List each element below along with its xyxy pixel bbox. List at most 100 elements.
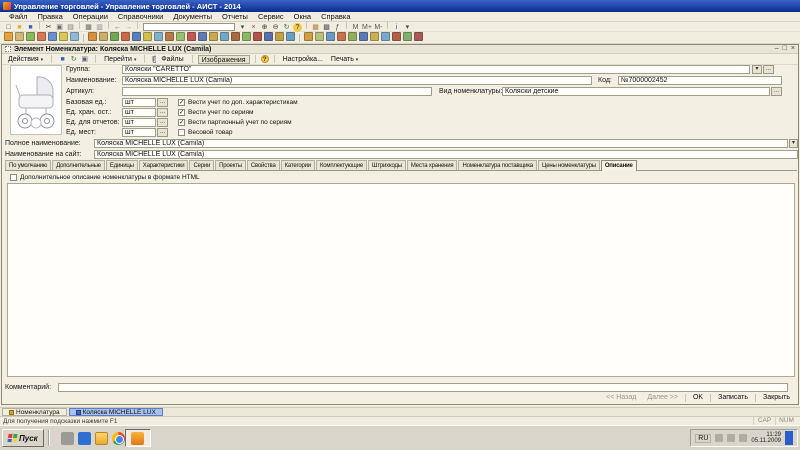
menu-item-operations[interactable]: Операции	[68, 12, 113, 21]
toolbar-icon[interactable]	[143, 32, 152, 41]
close-button[interactable]: Закрыть	[759, 393, 794, 402]
find-dropdown-icon[interactable]: ▾	[238, 23, 247, 32]
utility-app-icon[interactable]	[60, 431, 74, 445]
tray-icon[interactable]	[727, 434, 736, 442]
copy-icon[interactable]: ▣	[80, 55, 89, 64]
toolbar-icon[interactable]	[304, 32, 313, 41]
report-unit-field[interactable]: шт	[122, 118, 156, 127]
print-button[interactable]: Печать ▾	[328, 55, 361, 64]
go-to-button[interactable]: Перейти ▾	[101, 55, 139, 64]
chrome-icon[interactable]	[111, 431, 125, 445]
window-tab-nomenclature[interactable]: Номенклатура	[2, 408, 67, 416]
language-indicator[interactable]: RU	[695, 433, 712, 443]
toolbar-icon[interactable]	[110, 32, 119, 41]
batch-series-checkbox[interactable]: ✓	[178, 119, 185, 126]
toolbar-icon[interactable]	[348, 32, 357, 41]
calendar-icon[interactable]: ▦	[311, 23, 320, 32]
folder-icon[interactable]	[94, 431, 108, 445]
use-characteristics-checkbox[interactable]: ✓	[178, 99, 185, 106]
formula-icon[interactable]: ƒ	[333, 23, 342, 32]
menu-item-edit[interactable]: Правка	[32, 12, 67, 21]
toolbar-icon[interactable]	[132, 32, 141, 41]
name-field[interactable]: Коляска MICHELLE LUX (Camila)	[122, 76, 592, 85]
html-description-checkbox[interactable]	[10, 174, 17, 181]
ok-button[interactable]: OK	[689, 393, 707, 402]
tab-series[interactable]: Серии	[189, 160, 215, 170]
description-textarea[interactable]	[7, 183, 795, 377]
window-tab-item[interactable]: Коляска MICHELLE LUX	[68, 408, 163, 416]
toolbar-icon[interactable]	[315, 32, 324, 41]
toolbar-icon[interactable]	[403, 32, 412, 41]
tray-blue-icon[interactable]	[785, 431, 793, 445]
redo-icon[interactable]: →	[124, 23, 133, 32]
window-minimize-button[interactable]: –	[775, 45, 779, 53]
toolbar-icon[interactable]	[187, 32, 196, 41]
toolbar-icon[interactable]	[242, 32, 251, 41]
toolbar-icon[interactable]	[121, 32, 130, 41]
memory-minus-button[interactable]: M-	[374, 23, 383, 32]
places-unit-field[interactable]: шт	[122, 128, 156, 137]
tab-properties[interactable]: Свойства	[246, 160, 280, 170]
sitename-field[interactable]: Коляска MICHELLE LUX (Camila)	[94, 150, 798, 159]
open-folder-icon[interactable]: ■	[15, 23, 24, 32]
toolbar-icon[interactable]	[359, 32, 368, 41]
save-icon[interactable]: ■	[58, 55, 67, 64]
files-button[interactable]: Файлы	[158, 55, 186, 64]
toolbar-icon[interactable]	[88, 32, 97, 41]
toolbar-icon[interactable]	[275, 32, 284, 41]
zoom-out-icon[interactable]: ⊖	[271, 23, 280, 32]
toolbar-icon[interactable]	[198, 32, 207, 41]
use-series-checkbox[interactable]: ✓	[178, 109, 185, 116]
refresh-icon[interactable]: ↻	[282, 23, 291, 32]
toolbar-icon[interactable]	[264, 32, 273, 41]
group-choose-button[interactable]: ...	[763, 65, 774, 74]
base-unit-choose-button[interactable]: ...	[157, 98, 168, 107]
preview-icon[interactable]: ▥	[95, 23, 104, 32]
undo-icon[interactable]: ←	[113, 23, 122, 32]
toolbar-icon[interactable]	[176, 32, 185, 41]
toolbar-icon[interactable]	[99, 32, 108, 41]
memory-button[interactable]: M	[351, 23, 360, 32]
tab-barcodes[interactable]: Штрихкоды	[368, 160, 406, 170]
toolbar-icon[interactable]	[253, 32, 262, 41]
toolbar-icon[interactable]	[337, 32, 346, 41]
memory-plus-button[interactable]: M+	[362, 23, 372, 32]
menu-item-help[interactable]: Справка	[316, 12, 355, 21]
menu-item-windows[interactable]: Окна	[289, 12, 316, 21]
blue-app-icon[interactable]	[77, 431, 91, 445]
tray-icon[interactable]	[739, 434, 748, 442]
tab-default[interactable]: По умолчанию	[5, 160, 52, 170]
toolbar-icon[interactable]	[370, 32, 379, 41]
toolbar-icon[interactable]	[220, 32, 229, 41]
base-unit-field[interactable]: шт	[122, 98, 156, 107]
toolbar-icon[interactable]	[231, 32, 240, 41]
toolbar-icon[interactable]	[209, 32, 218, 41]
code-field[interactable]: №7000002452	[618, 76, 782, 85]
toolbar-icon[interactable]	[4, 32, 13, 41]
tab-projects[interactable]: Проекты	[215, 160, 246, 170]
settings-button[interactable]: Настройка...	[280, 55, 326, 64]
save-icon[interactable]: ■	[26, 23, 35, 32]
tab-description[interactable]: Описание	[600, 160, 637, 171]
toolbar-icon[interactable]	[154, 32, 163, 41]
print-icon[interactable]: ▦	[84, 23, 93, 32]
window-maximize-button[interactable]: □	[783, 45, 787, 53]
tab-storage-locations[interactable]: Места хранения	[406, 160, 458, 170]
toolbar-icon[interactable]	[48, 32, 57, 41]
tab-nomenclature-prices[interactable]: Цены номенклатуры	[537, 160, 600, 170]
toolbar-icon[interactable]	[326, 32, 335, 41]
toolbar-icon[interactable]	[26, 32, 35, 41]
menu-item-service[interactable]: Сервис	[253, 12, 289, 21]
toolbar-icon[interactable]	[414, 32, 423, 41]
window-close-button[interactable]: ×	[791, 45, 795, 53]
fullname-dropdown-button[interactable]: ▾	[789, 139, 798, 148]
write-button[interactable]: Записать	[714, 393, 752, 402]
tab-categories[interactable]: Категории	[280, 160, 315, 170]
tab-characteristics[interactable]: Характеристики	[138, 160, 189, 170]
toolbar-icon[interactable]	[165, 32, 174, 41]
toolbar-icon[interactable]	[392, 32, 401, 41]
new-document-icon[interactable]: □	[4, 23, 13, 32]
menu-item-documents[interactable]: Документы	[168, 12, 217, 21]
kind-choose-button[interactable]: ...	[771, 87, 782, 96]
start-button[interactable]: Пуск	[2, 429, 44, 447]
